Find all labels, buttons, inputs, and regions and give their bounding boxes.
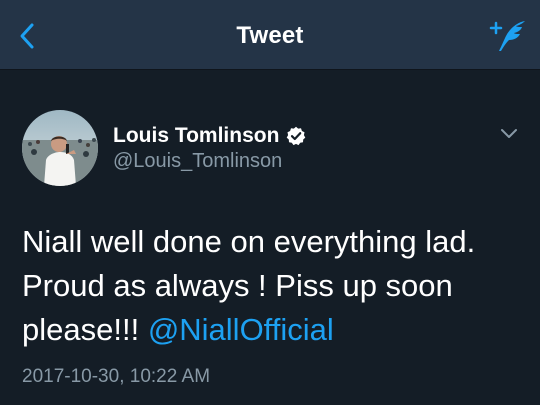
navigation-bar: Tweet	[0, 0, 540, 70]
tweet-detail: Louis Tomlinson @Louis_Tomlinson Niall w…	[0, 70, 540, 405]
tweet-timestamp: 2017-10-30, 10:22 AM	[22, 366, 211, 387]
author-handle[interactable]: @Louis_Tomlinson	[113, 150, 282, 173]
avatar-photo	[22, 110, 98, 186]
avatar[interactable]	[22, 110, 98, 186]
tweet-text: Niall well done on everything lad. Proud…	[22, 220, 522, 352]
tweet-text-line: Proud as always ! Piss up soon	[22, 268, 453, 303]
chevron-down-icon[interactable]	[498, 122, 520, 144]
tweet-text-line: Niall well done on everything lad.	[22, 224, 476, 259]
author-name-row[interactable]: Louis Tomlinson	[113, 123, 306, 149]
verified-badge-icon	[287, 126, 306, 146]
tweet-text-line-part: please!!!	[22, 312, 148, 347]
compose-tweet-icon[interactable]	[488, 18, 528, 54]
mention-link[interactable]: @NiallOfficial	[148, 312, 334, 347]
author-display-name: Louis Tomlinson	[113, 124, 280, 147]
tweet-text-line: please!!! @NiallOfficial	[22, 308, 522, 352]
page-title: Tweet	[236, 22, 304, 49]
